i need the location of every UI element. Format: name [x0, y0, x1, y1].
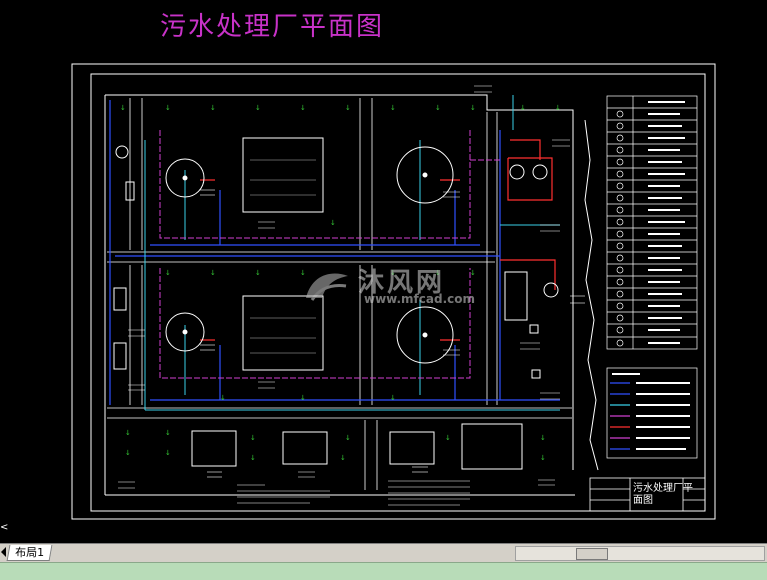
svg-text:↓: ↓	[220, 394, 226, 402]
status-bar	[0, 562, 767, 580]
horizontal-scrollbar[interactable]	[515, 546, 765, 561]
svg-text:↓: ↓	[125, 449, 131, 457]
title-block-name: 污水处理厂平 面图	[633, 483, 693, 507]
svg-text:↓: ↓	[555, 104, 561, 112]
svg-text:↓: ↓	[435, 104, 441, 112]
svg-text:↓: ↓	[165, 449, 171, 457]
pipeline-cyan	[144, 95, 560, 411]
svg-text:↓: ↓	[165, 104, 171, 112]
corner-mark: <	[0, 522, 8, 533]
drawing-canvas[interactable]: ↓ ↓ ↓ ↓ ↓ ↓ ↓ ↓ ↓ ↓ ↓ ↓ ↓ ↓ ↓ ↓ ↓ ↓ ↓ ↓ ↓ ↓ ↓ ↓ ↓ ↓ ↓ ↓ ↓ ↓ ↓ ↓ ↓	[0, 0, 767, 543]
title-block-name-line2: 面图	[633, 495, 653, 506]
horizontal-scroll-thumb[interactable]	[576, 548, 608, 560]
svg-text:↓: ↓	[120, 104, 126, 112]
svg-text:↓: ↓	[345, 434, 351, 442]
svg-text:↓: ↓	[300, 104, 306, 112]
tab-nav-left-icon[interactable]	[1, 547, 6, 557]
pipeline-magenta	[159, 130, 500, 379]
svg-text:↓: ↓	[345, 104, 351, 112]
svg-text:↓: ↓	[250, 454, 256, 462]
svg-text:↓: ↓	[210, 104, 216, 112]
pipeline-blue	[109, 100, 560, 405]
svg-text:↓: ↓	[520, 104, 526, 112]
svg-text:↓: ↓	[540, 434, 546, 442]
svg-text:↓: ↓	[250, 434, 256, 442]
notes-block	[237, 480, 470, 506]
svg-text:↓: ↓	[255, 104, 261, 112]
svg-text:↓: ↓	[390, 394, 396, 402]
svg-text:↓: ↓	[165, 429, 171, 437]
svg-text:↓: ↓	[390, 104, 396, 112]
tab-layout1[interactable]: 布局1	[6, 545, 53, 561]
svg-text:↓: ↓	[255, 269, 261, 277]
drawing-title: 污水处理厂平面图	[160, 12, 385, 42]
svg-text:↓: ↓	[470, 269, 476, 277]
svg-text:↓: ↓	[340, 454, 346, 462]
watermark-url: www.mfcad.com	[364, 292, 475, 306]
tab-layout1-label: 布局1	[15, 546, 45, 559]
layout-tab-bar: 布局1	[0, 543, 767, 562]
title-block-name-line1: 污水处理厂平	[633, 483, 693, 494]
svg-text:↓: ↓	[125, 429, 131, 437]
river-bank	[584, 119, 599, 471]
svg-text:↓: ↓	[300, 394, 306, 402]
watermark: 沐风网 www.mfcad.com	[300, 262, 475, 312]
svg-text:↓: ↓	[470, 104, 476, 112]
circular-tanks	[115, 145, 559, 364]
svg-text:↓: ↓	[165, 269, 171, 277]
structure-legend-table	[606, 95, 698, 350]
pipe-legend-table	[606, 367, 698, 459]
svg-text:↓: ↓	[210, 269, 216, 277]
svg-text:↓: ↓	[330, 219, 336, 227]
svg-text:↓: ↓	[445, 434, 451, 442]
svg-text:↓: ↓	[540, 454, 546, 462]
watermark-logo-icon	[306, 273, 348, 301]
